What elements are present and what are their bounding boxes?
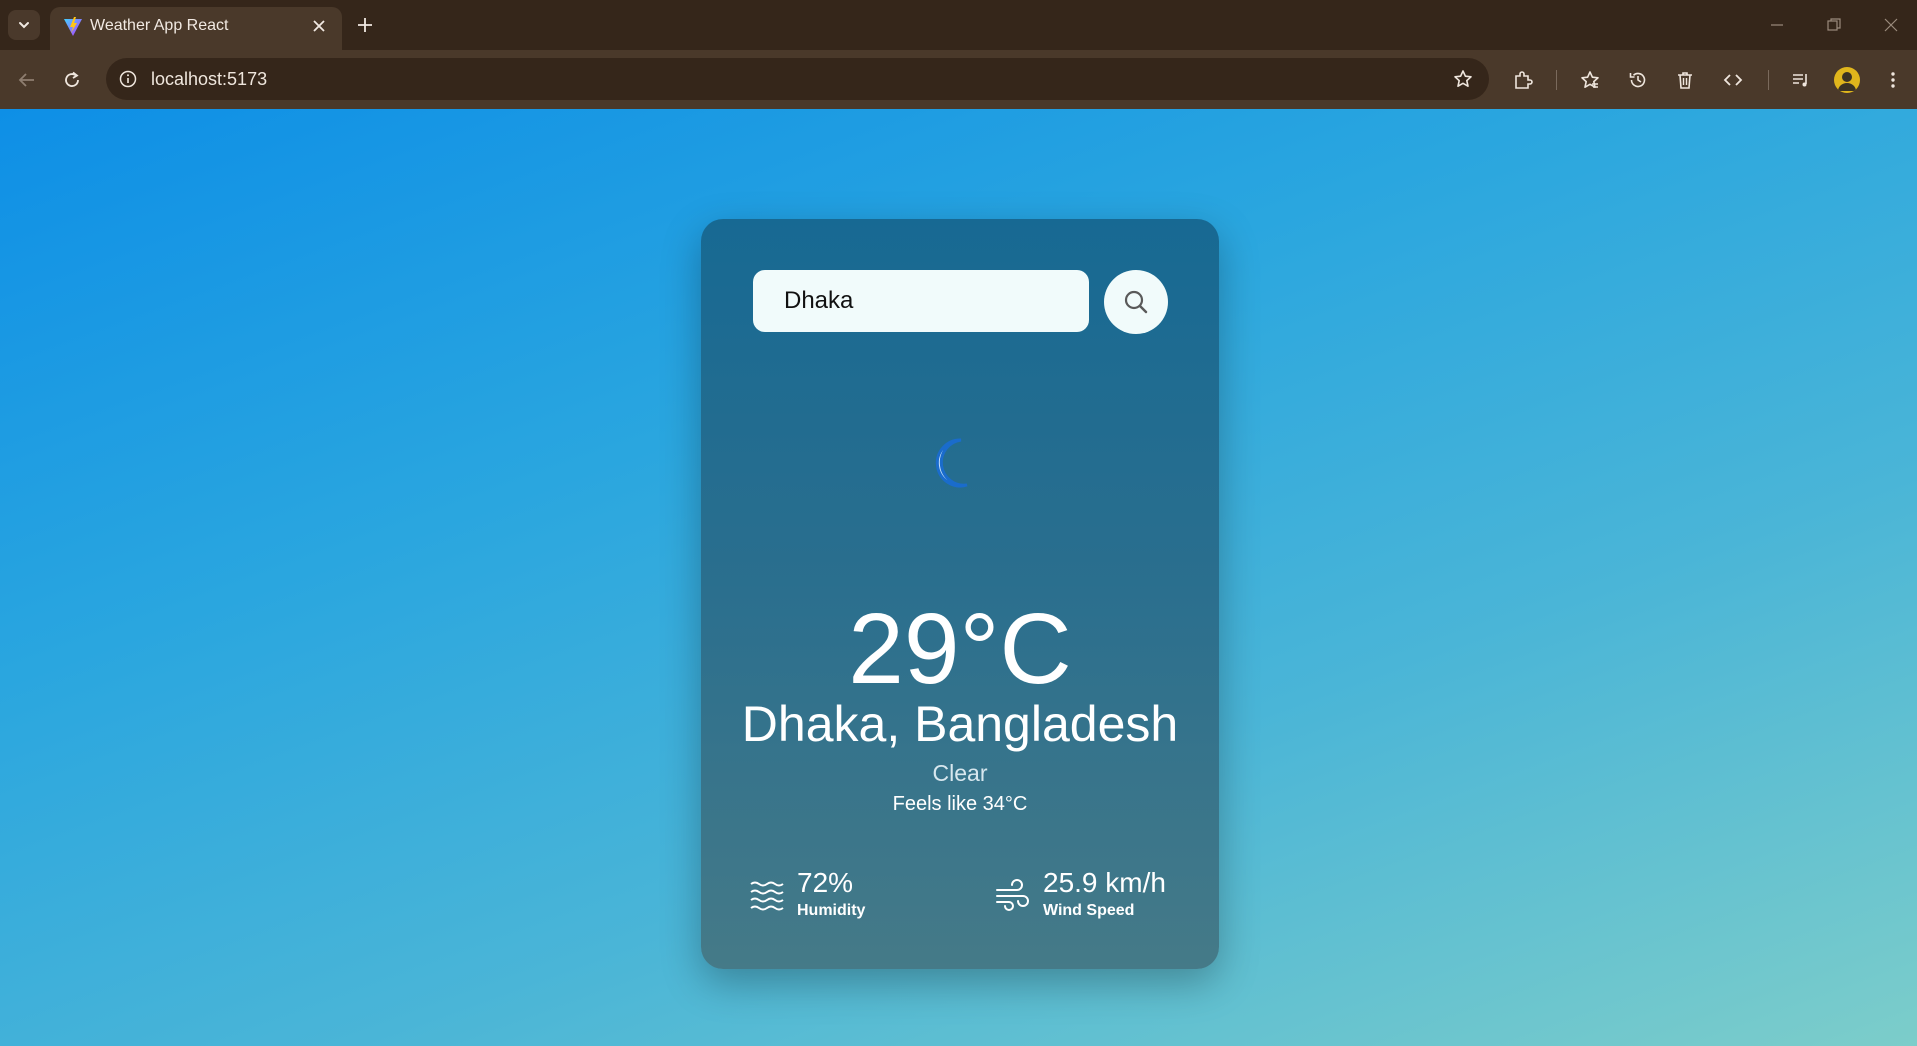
humidity-label: Humidity <box>797 902 866 919</box>
extensions-button[interactable] <box>1508 65 1538 95</box>
plus-icon <box>358 18 372 32</box>
puzzle-icon <box>1515 71 1533 89</box>
wind-stat: 25.9 km/h Wind Speed <box>995 869 1195 921</box>
star-list-icon <box>1581 71 1599 88</box>
restore-button[interactable] <box>1821 12 1847 38</box>
back-button[interactable] <box>12 65 42 95</box>
weather-condition: Clear <box>932 760 988 786</box>
vite-logo-icon <box>64 17 82 36</box>
wind-icon <box>996 879 1029 911</box>
feels-like: Feels like 34°C <box>892 793 1028 815</box>
info-icon <box>119 70 137 88</box>
humidity-stat: 72% Humidity <box>749 869 949 921</box>
code-icon <box>1723 74 1743 86</box>
browser-menu-button[interactable] <box>1878 65 1908 95</box>
location-name: Dhaka, Bangladesh <box>741 696 1179 752</box>
clear-data-button[interactable] <box>1670 65 1700 95</box>
chevron-down-icon <box>19 22 29 29</box>
address-bar[interactable]: localhost:5173 <box>106 58 1489 100</box>
humidity-value: 72% <box>797 867 854 898</box>
tab-close-button[interactable] <box>308 15 330 37</box>
close-window-button[interactable] <box>1878 12 1904 38</box>
browser-tab[interactable]: Weather App React <box>50 7 342 50</box>
toolbar-divider <box>1556 70 1557 90</box>
minimize-button[interactable] <box>1764 12 1790 38</box>
profile-avatar[interactable] <box>1834 67 1860 93</box>
weather-card: 29°C Dhaka, Bangladesh Clear Feels like … <box>701 219 1219 969</box>
temperature: 29°C <box>848 593 1072 705</box>
close-icon <box>313 20 325 32</box>
site-info-button[interactable] <box>116 67 140 91</box>
search-input[interactable] <box>753 270 1089 332</box>
star-icon <box>1454 70 1472 87</box>
developer-tools-button[interactable] <box>1718 65 1748 95</box>
media-control-button[interactable] <box>1786 65 1816 95</box>
browser-toolbar: localhost:5173 <box>0 50 1917 109</box>
new-tab-button[interactable] <box>352 12 378 38</box>
moon-icon <box>935 438 968 488</box>
page-background: 29°C Dhaka, Bangladesh Clear Feels like … <box>0 109 1917 1046</box>
close-window-icon <box>1884 18 1898 32</box>
trash-icon <box>1678 72 1692 89</box>
bookmark-button[interactable] <box>1451 67 1475 91</box>
minimize-icon <box>1771 24 1783 26</box>
wind-speed-value: 25.9 km/h <box>1043 867 1166 898</box>
arrow-left-icon <box>18 73 34 87</box>
history-button[interactable] <box>1623 65 1653 95</box>
tab-search-button[interactable] <box>8 10 40 40</box>
url-text[interactable]: localhost:5173 <box>151 69 267 90</box>
more-vertical-icon <box>1891 72 1895 88</box>
reload-icon <box>65 71 79 87</box>
restore-icon <box>1827 18 1841 31</box>
wind-speed-label: Wind Speed <box>1043 902 1135 919</box>
humidity-icon <box>750 881 784 911</box>
profile-icon <box>1838 72 1856 91</box>
search-icon <box>1124 290 1148 314</box>
favorites-button[interactable] <box>1575 65 1605 95</box>
playlist-icon <box>1793 74 1807 87</box>
search-button[interactable] <box>1104 270 1168 334</box>
history-icon <box>1629 72 1646 88</box>
toolbar-divider <box>1768 70 1769 90</box>
reload-button[interactable] <box>57 65 87 95</box>
tab-title: Weather App React <box>90 17 229 34</box>
browser-tab-bar: Weather App React <box>0 0 1917 50</box>
